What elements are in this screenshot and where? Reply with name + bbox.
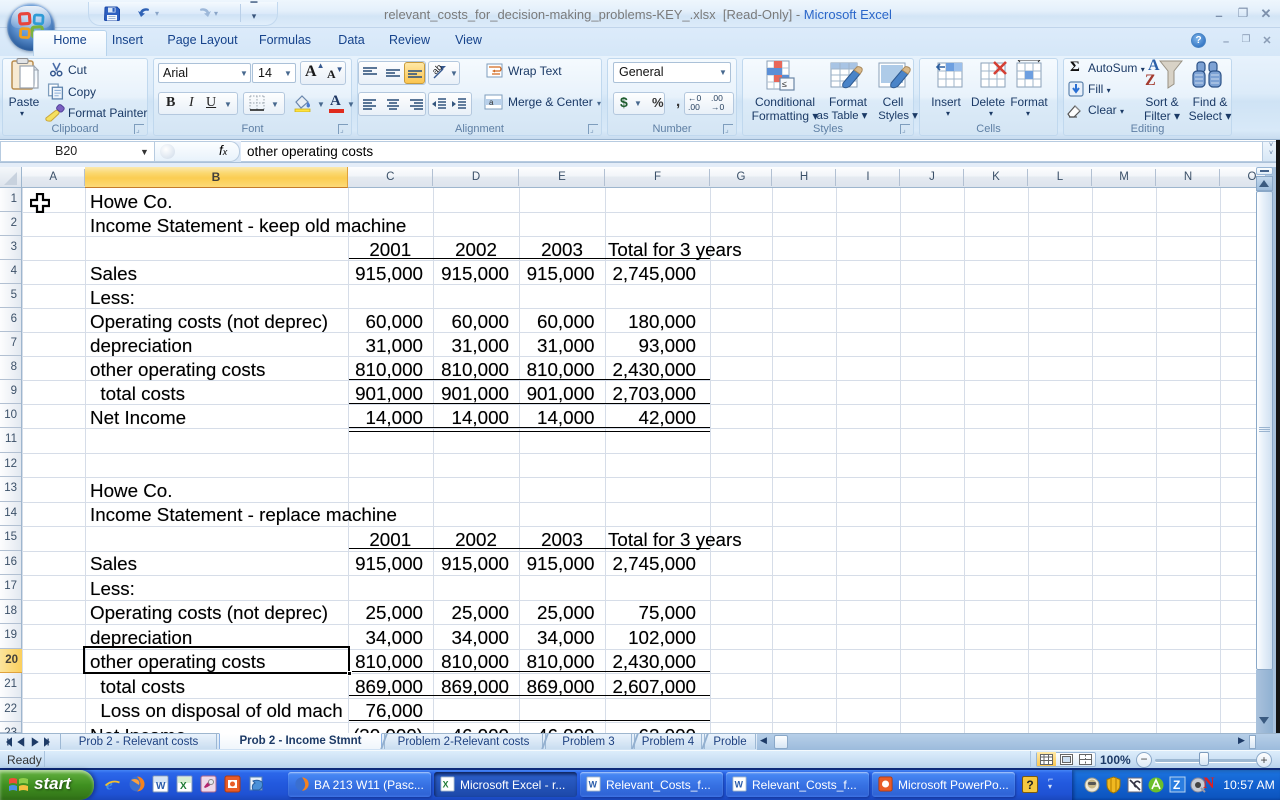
svg-text:Z: Z [1173, 778, 1180, 792]
svg-text:W: W [735, 780, 744, 790]
svg-text:a: a [489, 98, 494, 107]
svg-text:W: W [589, 780, 598, 790]
svg-text:W: W [156, 781, 166, 792]
svg-text:X: X [443, 780, 449, 790]
svg-text:≤: ≤ [782, 79, 787, 89]
svg-text:ab: ab [432, 64, 444, 76]
svg-text:X: X [180, 781, 187, 792]
